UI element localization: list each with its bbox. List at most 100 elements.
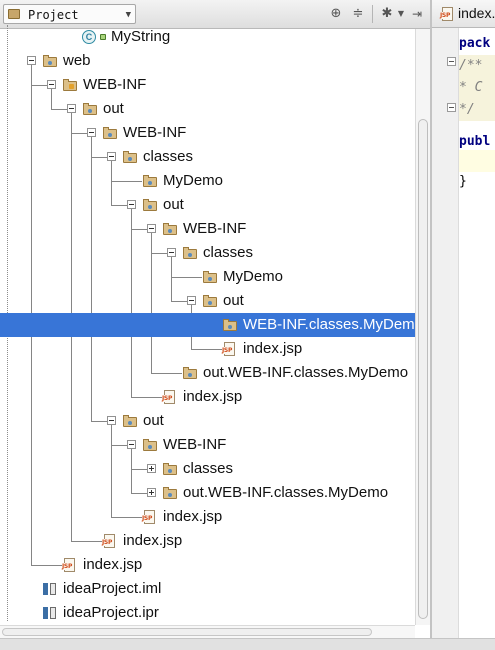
dropdown-arrow-icon: ▼ (125, 10, 131, 20)
folder-icon (142, 437, 158, 453)
tree-node[interactable]: JSP index.jsp (0, 553, 415, 577)
folder-icon (162, 461, 178, 477)
jsp-file-icon: JSP (440, 6, 455, 22)
collapse-toggle-icon[interactable] (127, 200, 136, 209)
folder-icon (142, 197, 158, 213)
hide-panel-icon[interactable]: ⇥ (408, 5, 426, 23)
code-line: */ (459, 99, 495, 121)
tree-node-label: out (143, 412, 164, 429)
tree-node-label: WEB-INF (163, 436, 227, 453)
tree-node[interactable]: JSP index.jsp (0, 337, 415, 361)
tree-node-label: index.jsp (243, 340, 303, 357)
tree-node[interactable]: ideaProject.ipr (0, 601, 415, 621)
collapse-all-icon[interactable]: ≑ (349, 5, 367, 23)
tree-node[interactable]: MyDemo (0, 265, 415, 289)
code-line: pack (459, 36, 491, 51)
jsp-icon: JSP (142, 509, 157, 525)
folder-icon (182, 365, 198, 381)
target-icon[interactable]: ⊕ (327, 5, 345, 23)
tree-node-label: index.jsp (83, 556, 143, 573)
collapse-toggle-icon[interactable] (187, 296, 196, 305)
ipr-icon (42, 605, 58, 621)
project-view-label: Project (28, 8, 79, 22)
tree-node-label: out (103, 100, 124, 117)
collapse-toggle-icon[interactable] (147, 224, 156, 233)
collapse-toggle-icon[interactable] (107, 416, 116, 425)
tree-node-label: WEB-INF (123, 124, 187, 141)
collapse-toggle-icon[interactable] (127, 440, 136, 449)
editor-tab-label: index. (458, 5, 495, 21)
tree-node-label: MyDemo (163, 172, 224, 189)
jsp-icon: JSP (222, 341, 237, 357)
folder-icon (222, 317, 238, 333)
vertical-scroll-thumb[interactable] (418, 119, 428, 619)
jsp-icon: JSP (162, 389, 177, 405)
tree-node[interactable]: out (0, 193, 415, 217)
tree-node[interactable]: out (0, 409, 415, 433)
tree-node[interactable]: out.WEB-INF.classes.MyDemo (0, 361, 415, 385)
expand-toggle-icon[interactable] (147, 464, 156, 473)
tree-node-label: ideaProject.iml (63, 580, 162, 597)
tree-node[interactable]: classes (0, 241, 415, 265)
collapse-toggle-icon[interactable] (27, 56, 36, 65)
tree-node[interactable]: JSP index.jsp (0, 385, 415, 409)
jsp-icon: JSP (102, 533, 117, 549)
tree-node[interactable]: WEB-INF (0, 217, 415, 241)
collapse-toggle-icon[interactable] (47, 80, 56, 89)
tree-node[interactable]: MyDemo (0, 169, 415, 193)
current-line-highlight (459, 150, 495, 172)
folder-icon (122, 413, 138, 429)
editor-tab-index-jsp[interactable]: JSP index. (432, 0, 495, 28)
tree-node[interactable]: web (0, 49, 415, 73)
folder-icon (182, 245, 198, 261)
tree-node[interactable]: JSP index.jsp (0, 529, 415, 553)
iml-icon (42, 581, 58, 597)
collapse-toggle-icon[interactable] (67, 104, 76, 113)
collapse-toggle-icon[interactable] (87, 128, 96, 137)
tree-node[interactable]: WEB-INF (0, 73, 415, 97)
tree-node-label: MyString (111, 28, 171, 45)
header-divider (372, 5, 373, 23)
collapse-toggle-icon[interactable] (167, 248, 176, 257)
tree-node[interactable]: WEB-INF (0, 433, 415, 457)
tree-node-label: WEB-INF.classes.MyDemo (243, 316, 415, 333)
project-tree[interactable]: MyString web WEB-INF out WEB-INF classes MyDem… (0, 25, 415, 621)
tree-node[interactable]: classes (0, 457, 415, 481)
class-icon (82, 29, 98, 45)
tree-node[interactable]: ideaProject.iml (0, 577, 415, 601)
tree-node[interactable]: out (0, 289, 415, 313)
tree-node-label: out (223, 292, 244, 309)
access-lock-icon (100, 34, 106, 40)
code-line: * C (459, 77, 495, 99)
folder-icon (202, 293, 218, 309)
collapse-toggle-icon[interactable] (107, 152, 116, 161)
tree-node[interactable]: MyString (0, 25, 415, 49)
tree-node[interactable]: WEB-INF (0, 121, 415, 145)
folder-icon (102, 125, 118, 141)
tree-vertical-scrollbar[interactable] (415, 29, 430, 625)
folder-icon (162, 485, 178, 501)
folder-icon (162, 221, 178, 237)
tree-node-selected[interactable]: WEB-INF.classes.MyDemo (0, 313, 415, 337)
folder-icon (142, 173, 158, 189)
tree-horizontal-scrollbar[interactable] (0, 625, 415, 638)
project-tool-window: Project ▼ ⊕ ≑ ✱ ▼ ⇥ MyStringwebWEB-INFou… (0, 0, 430, 650)
tree-node-label: classes (183, 460, 234, 477)
fold-marker-icon[interactable] (447, 103, 456, 112)
tree-node[interactable]: classes (0, 145, 415, 169)
code-line: } (459, 174, 467, 189)
tree-node[interactable]: out (0, 97, 415, 121)
tree-node[interactable]: JSP index.jsp (0, 505, 415, 529)
tree-node[interactable]: out.WEB-INF.classes.MyDemo (0, 481, 415, 505)
tree-node-label: WEB-INF (83, 76, 147, 93)
folder-icon (42, 53, 58, 69)
tree-node-label: out (163, 196, 184, 213)
tree-node-label: web (63, 52, 91, 69)
project-icon (8, 9, 20, 19)
code-editor[interactable]: JSP index. pack /** * C */ publ} (432, 0, 495, 650)
bottom-tool-strip (0, 638, 495, 650)
project-view-selector[interactable]: Project ▼ (3, 4, 136, 24)
expand-toggle-icon[interactable] (147, 488, 156, 497)
fold-marker-icon[interactable] (447, 57, 456, 66)
horizontal-scroll-thumb[interactable] (2, 628, 372, 636)
